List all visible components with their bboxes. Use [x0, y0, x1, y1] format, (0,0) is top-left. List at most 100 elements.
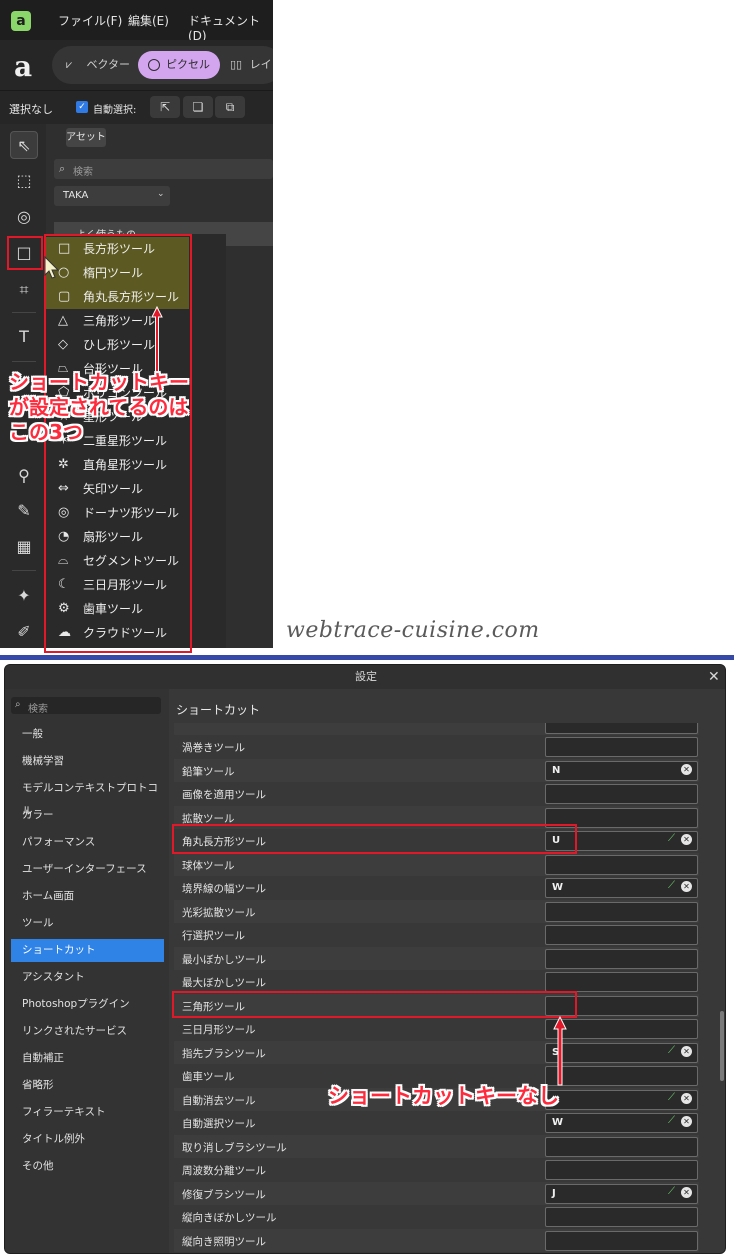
shortcut-label: 取り消しブラシツール: [182, 1141, 287, 1154]
sidebar-item[interactable]: アシスタント: [11, 966, 164, 989]
persona-pixel[interactable]: ピクセル: [138, 51, 220, 79]
select-mode-shapes-button[interactable]: ❏: [183, 96, 213, 118]
sidebar-item[interactable]: ホーム画面: [11, 885, 164, 908]
sidebar-item[interactable]: パフォーマンス: [11, 831, 164, 854]
color-picker-tool-button[interactable]: ✐: [10, 618, 38, 646]
shortcut-label: 修復ブラシツール: [182, 1188, 266, 1201]
shortcut-key-field[interactable]: [545, 1160, 698, 1180]
shortcut-key-field[interactable]: [545, 1113, 698, 1133]
eraser-icon: ✎: [17, 501, 31, 520]
shortcut-key-field[interactable]: [545, 1207, 698, 1227]
clear-shortcut-icon[interactable]: ✕: [681, 1186, 692, 1198]
persona-layout[interactable]: ▯▯ レイ: [230, 51, 272, 79]
menu-document[interactable]: ドキュメント(D): [188, 12, 273, 43]
shortcut-key-field[interactable]: [545, 1136, 698, 1157]
shortcut-row: [174, 723, 699, 735]
sidebar-item[interactable]: モデルコンテキストプロトコル: [11, 777, 164, 817]
sidebar-item[interactable]: タイトル例外: [11, 1128, 164, 1151]
clear-shortcut-icon[interactable]: ✕: [681, 763, 692, 775]
move-arrow-icon: ⇖: [17, 136, 31, 155]
shortcut-key-field[interactable]: [545, 1089, 698, 1110]
shortcut-key-field[interactable]: [545, 972, 698, 992]
eraser-tool-button[interactable]: ✎: [10, 497, 38, 525]
clear-shortcut-icon[interactable]: ✕: [681, 881, 692, 892]
scrollbar-track[interactable]: [719, 723, 725, 1253]
sidebar-item[interactable]: 省略形: [11, 1074, 164, 1097]
sidebar-item[interactable]: ユーザーインターフェース: [11, 858, 164, 881]
shortcut-row: 修復ブラシツール J ⟋ ✕: [174, 1181, 699, 1205]
app-logo-icon: a: [11, 11, 31, 31]
annotation-box-triangle-row: [172, 991, 577, 1018]
toolbar-divider: [12, 570, 36, 571]
assets-tab[interactable]: アセット: [66, 128, 106, 147]
shortcut-key-field[interactable]: [545, 1019, 698, 1039]
move-tool-button[interactable]: ⇖: [10, 131, 38, 159]
sidebar-item[interactable]: 自動補正: [11, 1047, 164, 1070]
clear-shortcut-icon[interactable]: ✕: [681, 834, 692, 845]
shortcut-key-field[interactable]: [545, 925, 698, 945]
shortcut-key-field[interactable]: [545, 760, 698, 781]
settings-dialog: 設定 ✕ ⌕ 検索 一般 機械学習 モデルコンテキストプロトコル カラー パフォーマンス…: [4, 664, 726, 1254]
sidebar-item[interactable]: その他: [11, 1155, 164, 1178]
crop-icon: ⌗: [19, 280, 29, 299]
annotation-box-rectangle-tool: [7, 236, 43, 270]
annotation-box-rounded-rect-row: [172, 824, 577, 854]
menu-file[interactable]: ファイル(F): [58, 12, 122, 29]
sidebar-item[interactable]: ショートカット: [11, 939, 164, 962]
shortcut-key-field[interactable]: [545, 1230, 698, 1251]
shortcut-key-field[interactable]: [545, 1183, 698, 1204]
text-icon: T: [19, 327, 29, 346]
stamp-tool-button[interactable]: ⚲: [10, 462, 38, 490]
search-icon: ⌕: [15, 699, 21, 710]
shortcut-row: 三日月形ツール: [174, 1017, 699, 1041]
persona-pixel-label: ピクセル: [166, 58, 210, 71]
shortcut-key-value: W: [552, 882, 564, 893]
crop-tool-button[interactable]: ⌗: [10, 276, 38, 304]
shortcut-key-field[interactable]: [545, 854, 698, 875]
shortcut-list: 渦巻きツール 鉛筆ツール N ✕ 画像を適用ツール 拡散ツール 角丸長方形ツール U ⟋ ✕ 球体ツ…: [174, 723, 699, 1253]
sidebar-item[interactable]: 一般: [11, 723, 164, 746]
shortcut-key-field[interactable]: [545, 1066, 698, 1086]
shortcut-row: 最小ぼかしツール: [174, 946, 699, 970]
custom-shortcut-icon: ⟋: [668, 880, 675, 891]
close-icon[interactable]: ✕: [708, 669, 720, 685]
shortcut-key-field[interactable]: [545, 878, 698, 898]
shortcut-key-field[interactable]: [545, 737, 698, 757]
custom-shortcut-icon: ⟋: [668, 1044, 675, 1056]
selection-brush-tool-button[interactable]: ◎: [10, 203, 38, 231]
auto-select-checkbox[interactable]: ✓: [76, 101, 88, 113]
select-mode-pointer-button[interactable]: ⇱: [150, 96, 180, 118]
clear-shortcut-icon[interactable]: ✕: [681, 1045, 692, 1057]
sidebar-item[interactable]: 機械学習: [11, 750, 164, 773]
clear-shortcut-icon[interactable]: ✕: [681, 1116, 692, 1127]
marquee-tool-button[interactable]: ⬚: [10, 167, 38, 195]
shortcut-label: 渦巻きツール: [182, 742, 245, 754]
shortcut-key-field[interactable]: [545, 901, 698, 922]
section-title: ショートカット: [176, 703, 261, 717]
shortcut-label: 鉛筆ツール: [182, 765, 235, 778]
shortcut-key-field[interactable]: [545, 1042, 698, 1063]
clear-shortcut-icon[interactable]: ✕: [681, 1092, 692, 1104]
shortcut-key-field[interactable]: [545, 948, 698, 969]
shortcut-label: 行選択ツール: [182, 930, 245, 942]
sidebar-item[interactable]: フィラーテキスト: [11, 1101, 164, 1124]
app-logo-large-icon: a: [14, 50, 33, 83]
select-mode-layers-button[interactable]: ⧉: [215, 96, 245, 118]
menu-edit[interactable]: 編集(E): [128, 12, 169, 29]
shortcut-label: 境界線の幅ツール: [182, 883, 266, 895]
sidebar-item[interactable]: Photoshopプラグイン: [11, 993, 164, 1016]
shortcut-key-value: N: [552, 764, 561, 776]
shortcut-row: 鉛筆ツール N ✕: [174, 758, 699, 782]
text-tool-button[interactable]: T: [10, 323, 38, 351]
scrollbar-thumb[interactable]: [720, 1011, 724, 1081]
shortcut-key-field[interactable]: [545, 784, 698, 804]
healing-tool-button[interactable]: ✦: [10, 582, 38, 610]
sidebar-item[interactable]: ツール: [11, 912, 164, 935]
shortcut-label: 最大ぼかしツール: [182, 977, 266, 989]
persona-vector[interactable]: ⩗ ベクター: [66, 51, 130, 79]
mesh-warp-tool-button[interactable]: ▦: [10, 533, 38, 561]
shortcut-key-field[interactable]: [545, 723, 698, 734]
sidebar-item[interactable]: リンクされたサービス: [11, 1020, 164, 1043]
shortcut-row: 周波数分離ツール: [174, 1158, 699, 1182]
sidebar-item[interactable]: カラー: [11, 804, 164, 827]
